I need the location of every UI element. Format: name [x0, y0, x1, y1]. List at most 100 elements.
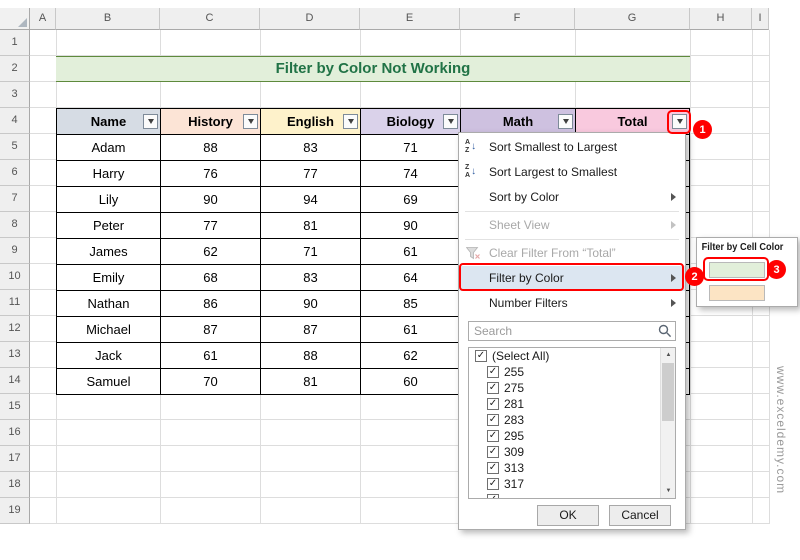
cell-name[interactable]: Nathan	[57, 291, 161, 317]
cell-english[interactable]: 71	[261, 239, 361, 265]
cell-biology[interactable]: 64	[361, 265, 461, 291]
checkbox-checked-icon[interactable]: ✓	[487, 430, 499, 442]
list-item[interactable]: ✓ 281	[469, 396, 675, 412]
scrollbar[interactable]: ▲ ▼	[660, 348, 675, 498]
row-header-4[interactable]: 4	[0, 108, 30, 134]
cell-name[interactable]: Harry	[57, 161, 161, 187]
row-header-17[interactable]: 17	[0, 446, 30, 472]
row-header-15[interactable]: 15	[0, 394, 30, 420]
cell-history[interactable]: 87	[161, 317, 261, 343]
menu-item-sort-largest[interactable]: Z A ↓ Sort Largest to Smallest	[459, 160, 685, 185]
cell-history[interactable]: 70	[161, 369, 261, 395]
checkbox-checked-icon[interactable]: ✓	[487, 478, 499, 490]
checkbox-checked-icon[interactable]: ✓	[487, 414, 499, 426]
list-item-select-all[interactable]: ✓ (Select All)	[469, 348, 675, 364]
checkbox-checked-icon[interactable]: ✓	[487, 382, 499, 394]
row-header-10[interactable]: 10	[0, 264, 30, 290]
list-item-partial[interactable]: ✓	[469, 492, 675, 498]
cell-biology[interactable]: 60	[361, 369, 461, 395]
row-header-16[interactable]: 16	[0, 420, 30, 446]
cell-biology[interactable]: 85	[361, 291, 461, 317]
cell-name[interactable]: Emily	[57, 265, 161, 291]
column-header-D[interactable]: D	[260, 8, 360, 30]
checkbox-checked-icon[interactable]: ✓	[475, 350, 487, 362]
row-header-1[interactable]: 1	[0, 30, 30, 56]
column-header-B[interactable]: B	[56, 8, 160, 30]
cell-name[interactable]: Adam	[57, 135, 161, 161]
cell-history[interactable]: 77	[161, 213, 261, 239]
cell-name[interactable]: Michael	[57, 317, 161, 343]
checkbox-checked-icon[interactable]: ✓	[487, 366, 499, 378]
row-header-3[interactable]: 3	[0, 82, 30, 108]
cell-biology[interactable]: 71	[361, 135, 461, 161]
column-header-I[interactable]: I	[752, 8, 769, 30]
list-item[interactable]: ✓ 317	[469, 476, 675, 492]
list-item[interactable]: ✓ 295	[469, 428, 675, 444]
checkbox-checked-icon[interactable]: ✓	[487, 398, 499, 410]
color-swatch-orange[interactable]	[709, 285, 765, 301]
filter-button-biology[interactable]	[443, 114, 458, 129]
cell-history[interactable]: 90	[161, 187, 261, 213]
cell-english[interactable]: 90	[261, 291, 361, 317]
row-header-12[interactable]: 12	[0, 316, 30, 342]
cell-name[interactable]: James	[57, 239, 161, 265]
column-header-A[interactable]: A	[30, 8, 56, 30]
cell-history[interactable]: 61	[161, 343, 261, 369]
cell-english[interactable]: 81	[261, 213, 361, 239]
scroll-up-arrow-icon[interactable]: ▲	[661, 348, 675, 362]
row-header-18[interactable]: 18	[0, 472, 30, 498]
column-header-E[interactable]: E	[360, 8, 460, 30]
cell-english[interactable]: 88	[261, 343, 361, 369]
select-all-corner[interactable]	[0, 8, 30, 30]
cell-biology[interactable]: 61	[361, 239, 461, 265]
cell-history[interactable]: 76	[161, 161, 261, 187]
cell-biology[interactable]: 62	[361, 343, 461, 369]
list-item[interactable]: ✓ 255	[469, 364, 675, 380]
cell-biology[interactable]: 61	[361, 317, 461, 343]
row-header-9[interactable]: 9	[0, 238, 30, 264]
scroll-thumb[interactable]	[662, 363, 674, 421]
cell-name[interactable]: Lily	[57, 187, 161, 213]
cell-history[interactable]: 86	[161, 291, 261, 317]
filter-button-history[interactable]	[243, 114, 258, 129]
cell-english[interactable]: 87	[261, 317, 361, 343]
cell-biology[interactable]: 74	[361, 161, 461, 187]
row-header-6[interactable]: 6	[0, 160, 30, 186]
menu-item-sort-by-color[interactable]: Sort by Color	[459, 185, 685, 210]
row-header-19[interactable]: 19	[0, 498, 30, 524]
search-input[interactable]	[468, 321, 676, 341]
list-item[interactable]: ✓ 309	[469, 444, 675, 460]
ok-button[interactable]: OK	[537, 505, 599, 526]
cancel-button[interactable]: Cancel	[609, 505, 671, 526]
cell-history[interactable]: 62	[161, 239, 261, 265]
filter-button-name[interactable]	[143, 114, 158, 129]
filter-button-math[interactable]	[558, 114, 573, 129]
row-header-14[interactable]: 14	[0, 368, 30, 394]
column-header-G[interactable]: G	[575, 8, 690, 30]
cell-history[interactable]: 88	[161, 135, 261, 161]
list-item[interactable]: ✓ 313	[469, 460, 675, 476]
cell-history[interactable]: 68	[161, 265, 261, 291]
checkbox-checked-icon[interactable]: ✓	[487, 446, 499, 458]
row-header-7[interactable]: 7	[0, 186, 30, 212]
filter-button-english[interactable]	[343, 114, 358, 129]
row-header-8[interactable]: 8	[0, 212, 30, 238]
column-header-C[interactable]: C	[160, 8, 260, 30]
column-header-F[interactable]: F	[460, 8, 575, 30]
list-item[interactable]: ✓ 283	[469, 412, 675, 428]
cell-name[interactable]: Samuel	[57, 369, 161, 395]
row-header-11[interactable]: 11	[0, 290, 30, 316]
menu-item-sort-smallest[interactable]: A Z ↓ Sort Smallest to Largest	[459, 135, 685, 160]
cell-english[interactable]: 94	[261, 187, 361, 213]
list-item[interactable]: ✓ 275	[469, 380, 675, 396]
row-header-5[interactable]: 5	[0, 134, 30, 160]
column-header-H[interactable]: H	[690, 8, 752, 30]
cell-english[interactable]: 81	[261, 369, 361, 395]
cell-english[interactable]: 77	[261, 161, 361, 187]
checkbox-checked-icon[interactable]: ✓	[487, 462, 499, 474]
menu-item-number-filters[interactable]: Number Filters	[459, 291, 685, 316]
row-header-13[interactable]: 13	[0, 342, 30, 368]
row-header-2[interactable]: 2	[0, 56, 30, 82]
cell-name[interactable]: Peter	[57, 213, 161, 239]
scroll-down-arrow-icon[interactable]: ▼	[661, 484, 675, 498]
